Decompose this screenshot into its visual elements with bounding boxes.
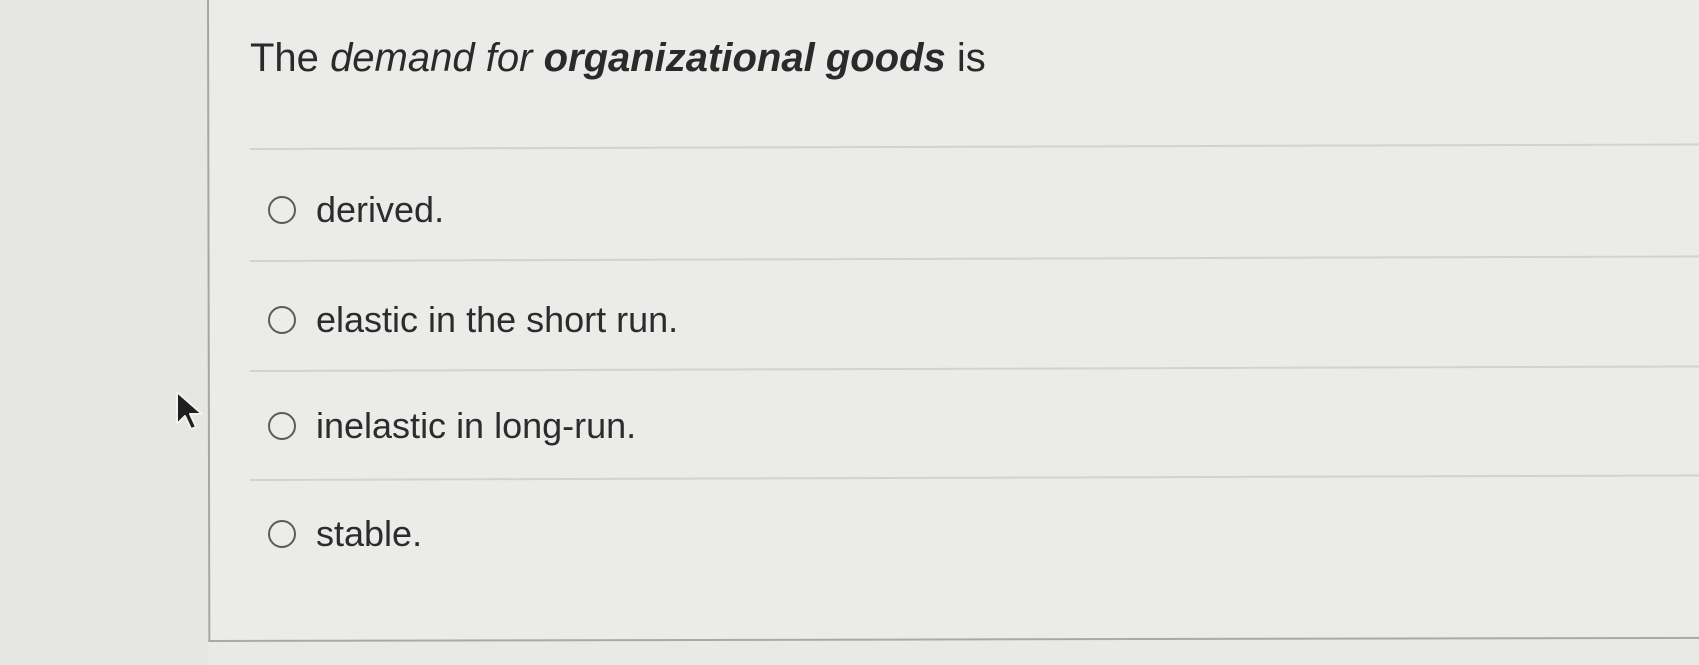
question-demand-word: demand — [330, 36, 475, 80]
question-lead: The — [250, 36, 319, 80]
radio-button-stable[interactable] — [268, 520, 296, 548]
answer-option-elastic-short-run[interactable]: elastic in the short run. — [268, 290, 788, 350]
answer-label: stable. — [316, 513, 423, 554]
question-text: The demand for organizational goods is — [250, 30, 986, 86]
question-for-word: for — [485, 36, 533, 80]
radio-button-derived[interactable] — [268, 196, 296, 224]
question-tail: is — [956, 36, 986, 80]
answer-option-inelastic-long-run[interactable]: inelastic in long-run. — [268, 396, 788, 456]
answer-label: elastic in the short run. — [316, 299, 679, 340]
answer-label: inelastic in long-run. — [316, 405, 637, 446]
radio-button-elastic-short-run[interactable] — [268, 306, 296, 334]
answer-option-derived[interactable]: derived. — [268, 180, 788, 240]
left-margin — [0, 0, 208, 665]
mouse-pointer-icon — [176, 391, 203, 430]
answer-option-stable[interactable]: stable. — [268, 504, 788, 564]
question-subject: organizational goods — [543, 36, 946, 80]
radio-button-inelastic-long-run[interactable] — [268, 412, 296, 440]
answer-label: derived. — [316, 189, 445, 230]
